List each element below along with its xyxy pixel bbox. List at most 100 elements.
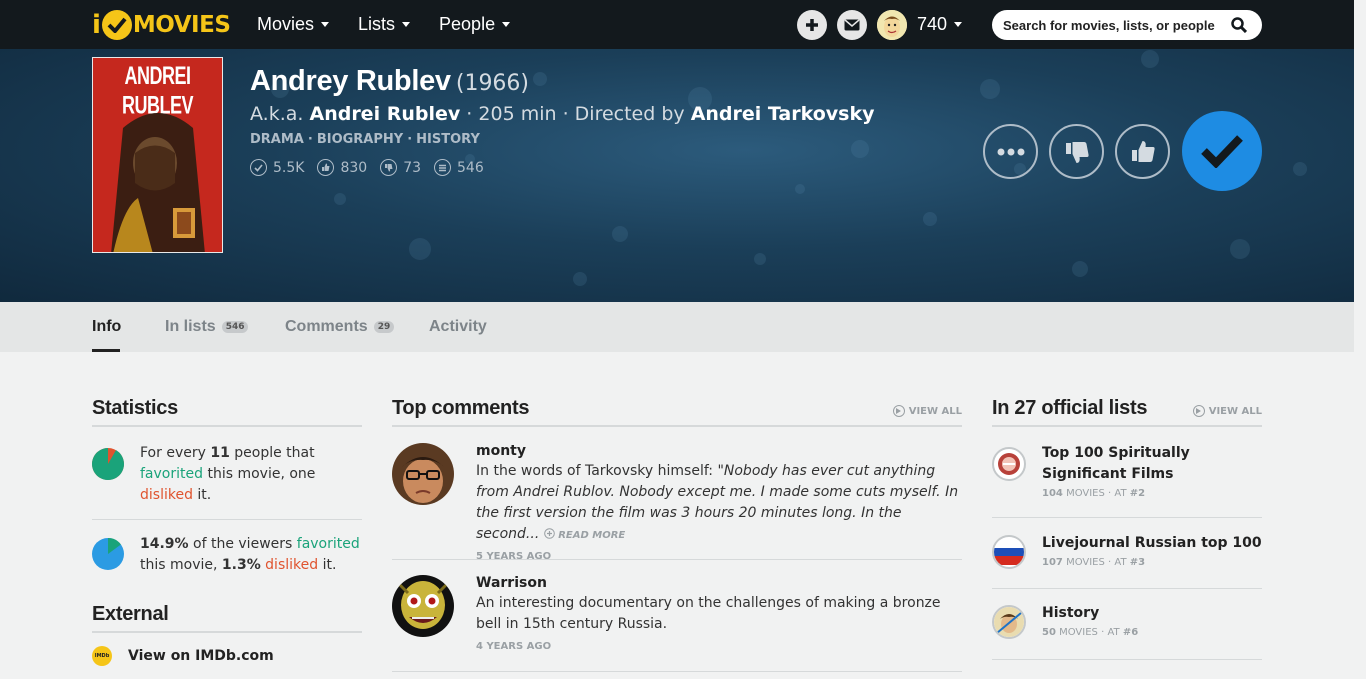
dislikes-count: 73 <box>403 159 422 176</box>
active-tab-indicator <box>92 349 120 352</box>
imdb-icon: IMDb <box>92 646 112 666</box>
dislike-button[interactable] <box>1049 124 1104 179</box>
favorite-button[interactable] <box>1115 124 1170 179</box>
thumbs-up-icon <box>317 159 335 176</box>
separator: · <box>407 132 413 147</box>
messages-button[interactable] <box>837 10 867 40</box>
official-list-item[interactable]: Livejournal Russian top 100 107 MOVIES ·… <box>992 518 1262 589</box>
history-list-icon <box>992 605 1026 639</box>
list-title[interactable]: History <box>1042 603 1262 624</box>
movie-poster[interactable]: ANDREI RUBLEV <box>92 57 223 253</box>
nav-lists[interactable]: Lists <box>358 14 411 35</box>
genre-link[interactable]: BIOGRAPHY <box>317 132 403 147</box>
stat-percent-item: 14.9% of the viewers favorited this movi… <box>92 520 362 592</box>
disliked-label: disliked <box>265 557 319 573</box>
official-list-item[interactable]: Top 100 Spiritually Significant Films 10… <box>992 427 1262 518</box>
nav-people-label: People <box>439 14 496 34</box>
director-link[interactable]: Andrei Tarkovsky <box>691 103 875 125</box>
plus-circle-icon <box>543 528 555 539</box>
list-count-label: MOVIES <box>1059 627 1098 638</box>
movie-year: (1966) <box>455 71 530 96</box>
list-at-label: AT <box>1114 557 1127 568</box>
separator: · <box>562 103 569 125</box>
nav-lists-label: Lists <box>358 14 396 34</box>
imovies-logo[interactable]: i MOVIES <box>92 9 231 41</box>
nav-movies-label: Movies <box>257 14 315 34</box>
list-movie-count: 104 <box>1042 488 1063 499</box>
runtime: 205 min <box>478 103 557 125</box>
chevron-down-icon <box>321 22 330 27</box>
logo-check-icon <box>101 10 132 40</box>
avatar-face-icon <box>877 10 907 40</box>
statistics-column: Statistics For every 11 people that favo… <box>92 394 362 666</box>
tab-comments-label: Comments <box>285 318 368 335</box>
search-input[interactable] <box>1003 17 1231 33</box>
view-all-comments-link[interactable]: VIEW ALL <box>892 405 962 417</box>
top-comments-column: Top comments VIEW ALL monty In the words… <box>392 394 962 672</box>
user-avatar[interactable] <box>877 10 907 40</box>
list-count-label: MOVIES <box>1066 557 1105 568</box>
mark-seen-button[interactable] <box>1182 111 1262 191</box>
stat-percent-text: 14.9% of the viewers favorited this movi… <box>140 534 362 576</box>
official-lists-column: In 27 official lists VIEW ALL Top 100 Sp… <box>992 394 1262 660</box>
search-icon[interactable] <box>1231 17 1247 33</box>
genre-link[interactable]: DRAMA <box>250 132 304 147</box>
top-comments-header: Top comments VIEW ALL <box>392 394 962 427</box>
logo-prefix: i <box>92 10 101 40</box>
list-title[interactable]: Top 100 Spiritually Significant Films <box>1042 443 1262 485</box>
tab-count-badge: 29 <box>373 321 395 333</box>
genre-link[interactable]: HISTORY <box>416 132 480 147</box>
viewers-percent-pie <box>92 538 124 570</box>
tab-info[interactable]: Info <box>92 317 121 337</box>
view-all-label: VIEW ALL <box>1208 405 1262 417</box>
top-comments-heading: Top comments <box>392 397 530 419</box>
checkmark-icon <box>1201 135 1243 168</box>
official-list-item[interactable]: History 50 MOVIES · AT #6 <box>992 589 1262 660</box>
imdb-link-item[interactable]: IMDb View on IMDb.com <box>92 646 362 666</box>
comment-author[interactable]: Warrison <box>476 575 962 591</box>
plus-icon <box>806 19 818 31</box>
play-circle-icon <box>892 405 905 417</box>
search-box <box>992 10 1262 40</box>
russian-flag-icon <box>992 535 1026 569</box>
commenter-avatar[interactable] <box>392 575 454 637</box>
list-at-label: AT <box>1107 627 1120 638</box>
tab-comments[interactable]: Comments 29 <box>285 317 395 337</box>
nav-people[interactable]: People <box>439 14 511 35</box>
commenter-avatar[interactable] <box>392 443 454 505</box>
comment-author[interactable]: monty <box>476 443 962 459</box>
chevron-down-icon <box>402 22 411 27</box>
stat-text-part: this movie, <box>140 557 218 573</box>
comment-item: Warrison An interesting documentary on t… <box>392 560 962 672</box>
read-more-link[interactable]: READ MORE <box>543 528 625 541</box>
page-scrollbar[interactable] <box>1354 0 1366 679</box>
dislikes-stat: 73 <box>380 159 421 176</box>
comment-text-plain: In the words of Tarkovsky himself: <box>476 463 718 479</box>
user-points-menu[interactable]: 740 <box>917 14 963 35</box>
avatar-image <box>392 443 454 505</box>
stat-ratio-text: For every 11 people that favorited this … <box>140 443 362 506</box>
more-options-button[interactable] <box>983 124 1038 179</box>
statistics-header: Statistics <box>92 394 362 427</box>
stat-text-part: of the viewers <box>193 536 293 552</box>
list-title[interactable]: Livejournal Russian top 100 <box>1042 533 1262 554</box>
tab-in-lists[interactable]: In lists 546 <box>165 317 249 337</box>
add-button[interactable] <box>797 10 827 40</box>
comment-body: Warrison An interesting documentary on t… <box>476 575 962 652</box>
favorites-count: 830 <box>340 159 368 176</box>
tab-activity[interactable]: Activity <box>429 317 487 337</box>
aka-prefix: A.k.a. <box>250 103 304 125</box>
view-all-lists-link[interactable]: VIEW ALL <box>1192 405 1262 417</box>
imdb-link[interactable]: View on IMDb.com <box>128 648 274 664</box>
movie-title: Andrey Rublev <box>250 65 451 97</box>
avatar-image <box>392 575 454 637</box>
tab-count-badge: 546 <box>221 321 249 333</box>
chevron-down-icon <box>954 22 963 27</box>
list-meta: 104 MOVIES · AT #2 <box>1042 488 1146 499</box>
movie-stats: 5.5K 830 73 546 <box>250 159 497 176</box>
separator: · <box>307 132 313 147</box>
directed-prefix: Directed by <box>574 103 685 125</box>
tab-info-label: Info <box>92 318 122 335</box>
user-points: 740 <box>917 14 948 34</box>
nav-movies[interactable]: Movies <box>257 14 330 35</box>
